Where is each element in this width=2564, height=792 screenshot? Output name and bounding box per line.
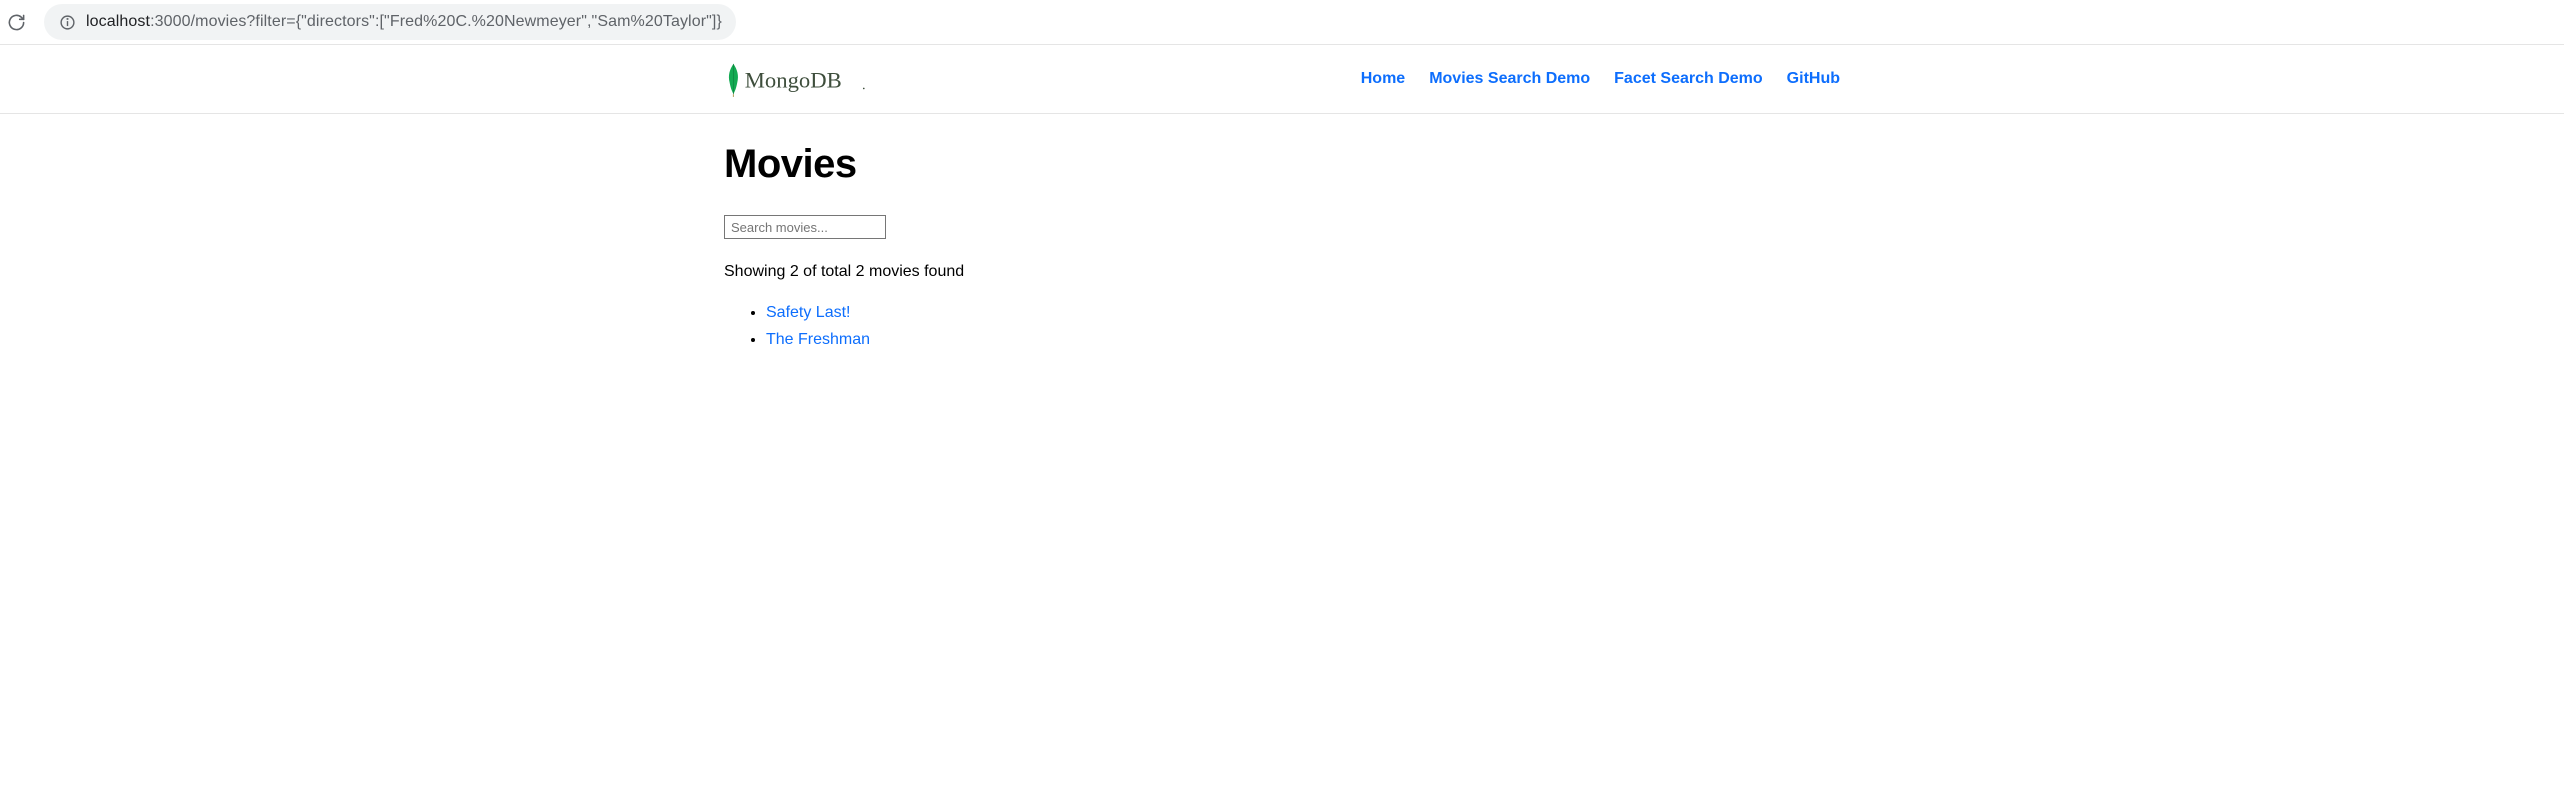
main-nav: Home Movies Search Demo Facet Search Dem… bbox=[1361, 70, 1840, 88]
url-text: localhost:3000/movies?filter={"directors… bbox=[86, 13, 722, 31]
nav-movies-search-demo[interactable]: Movies Search Demo bbox=[1429, 70, 1590, 88]
movie-link[interactable]: Safety Last! bbox=[766, 304, 851, 321]
url-path: :3000/movies?filter={"directors":["Fred%… bbox=[150, 13, 722, 30]
results-status: Showing 2 of total 2 movies found bbox=[724, 263, 1840, 281]
logo-text: MongoDB bbox=[745, 68, 842, 93]
list-item: Safety Last! bbox=[766, 299, 1840, 326]
main-content: Movies Showing 2 of total 2 movies found… bbox=[0, 114, 2564, 381]
list-item: The Freshman bbox=[766, 326, 1840, 353]
page-title: Movies bbox=[724, 142, 1840, 187]
nav-facet-search-demo[interactable]: Facet Search Demo bbox=[1614, 70, 1763, 88]
nav-github[interactable]: GitHub bbox=[1787, 70, 1840, 88]
movie-list: Safety Last! The Freshman bbox=[724, 299, 1840, 353]
info-icon[interactable] bbox=[58, 13, 76, 31]
nav-home[interactable]: Home bbox=[1361, 70, 1405, 88]
mongodb-logo[interactable]: MongoDB bbox=[724, 59, 894, 99]
browser-toolbar: localhost:3000/movies?filter={"directors… bbox=[0, 0, 2564, 44]
url-host: localhost bbox=[86, 13, 150, 30]
header-bar: MongoDB Home Movies Search Demo Facet Se… bbox=[0, 44, 2564, 114]
movie-link[interactable]: The Freshman bbox=[766, 331, 870, 348]
address-bar[interactable]: localhost:3000/movies?filter={"directors… bbox=[44, 4, 736, 40]
reload-icon[interactable] bbox=[6, 12, 26, 32]
search-input[interactable] bbox=[724, 215, 886, 239]
